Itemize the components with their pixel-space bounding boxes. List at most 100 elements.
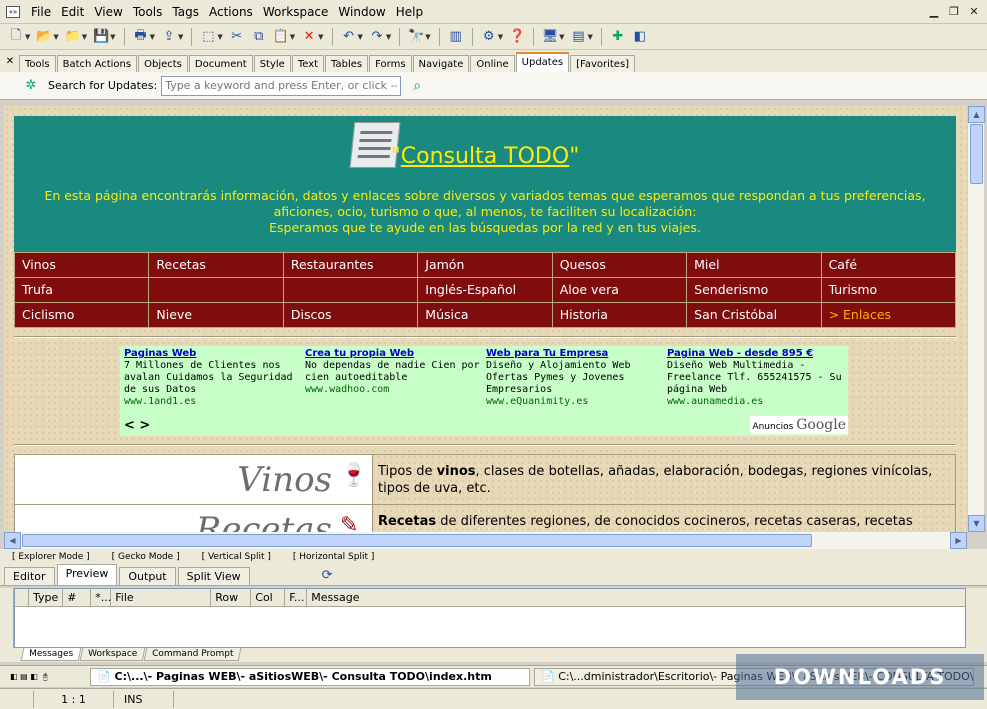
tab-style[interactable]: Style — [253, 55, 291, 72]
nav-aloe-vera[interactable]: Aloe vera — [552, 278, 687, 302]
chevron-down-icon[interactable]: ▼ — [559, 33, 564, 41]
chevron-down-icon[interactable]: ▼ — [498, 33, 503, 41]
ad-url[interactable]: www.eQuanimity.es — [486, 396, 664, 408]
ad-nav-arrows[interactable]: < > — [124, 418, 150, 433]
page-title-link[interactable]: Consulta TODO — [401, 144, 569, 169]
vertical-scrollbar[interactable]: ▲ ▼ — [967, 106, 985, 532]
vertical-split-button[interactable]: [ Vertical Split ] — [202, 552, 271, 562]
settings-icon[interactable]: ⚙ — [479, 27, 499, 47]
help-icon[interactable]: ❓ — [507, 27, 527, 47]
ad-url[interactable]: www.1and1.es — [124, 396, 302, 408]
tab-editor[interactable]: Editor — [4, 567, 55, 585]
tab-updates[interactable]: Updates — [515, 52, 570, 72]
nav-musica[interactable]: Música — [418, 303, 552, 327]
tab-split-view[interactable]: Split View — [177, 567, 250, 585]
new-file-icon[interactable]: 🗋 — [6, 27, 26, 47]
tab-tables[interactable]: Tables — [325, 55, 369, 72]
nav-vinos[interactable]: Vinos — [15, 253, 149, 277]
chevron-down-icon[interactable]: ▼ — [25, 33, 30, 41]
menu-workspace[interactable]: Workspace — [258, 0, 334, 24]
column-message[interactable]: Message — [307, 589, 965, 606]
ad-title[interactable]: Crea tu propia Web — [305, 348, 483, 360]
ad-title[interactable]: Pagina Web - desde 895 € — [667, 348, 845, 360]
nav-turismo[interactable]: Turismo — [821, 278, 955, 302]
column-file[interactable]: File — [111, 589, 212, 606]
menu-view[interactable]: View — [89, 0, 127, 24]
close-icon[interactable]: ✕ — [4, 56, 16, 68]
nav-senderismo[interactable]: Senderismo — [687, 278, 821, 302]
publish-icon[interactable]: ⇪ — [159, 27, 179, 47]
tab-text[interactable]: Text — [291, 55, 325, 72]
scroll-left-icon[interactable]: ◀ — [4, 532, 21, 549]
scroll-right-icon[interactable]: ▶ — [950, 532, 967, 549]
nav-ingles-espanol[interactable]: Inglés-Español — [418, 278, 552, 302]
ad-url[interactable]: www.aunamedia.es — [667, 396, 845, 408]
browser-preview-icon[interactable]: 🖥 — [540, 27, 560, 47]
tab-favorites[interactable]: [Favorites] — [570, 55, 636, 72]
menu-help[interactable]: Help — [391, 0, 428, 24]
chevron-down-icon[interactable]: ▼ — [358, 33, 363, 41]
nav-quesos[interactable]: Quesos — [552, 253, 687, 277]
tab-command-prompt[interactable]: Command Prompt — [143, 648, 243, 661]
search-go-icon[interactable]: ⌕ — [407, 76, 427, 96]
ad-title[interactable]: Paginas Web — [124, 348, 302, 360]
tab-preview[interactable]: Preview — [56, 564, 118, 585]
horizontal-scrollbar[interactable]: ◀ ▶ — [4, 532, 967, 549]
refresh-preview-icon[interactable]: ⟳ — [322, 568, 333, 583]
nav-ciclismo[interactable]: Ciclismo — [15, 303, 149, 327]
tab-online[interactable]: Online — [470, 55, 515, 72]
nav-discos[interactable]: Discos — [283, 303, 418, 327]
nav-enlaces[interactable]: > Enlaces — [821, 303, 955, 327]
tab-forms[interactable]: Forms — [369, 55, 412, 72]
tab-document[interactable]: Document — [188, 55, 253, 72]
gecko-mode-button[interactable]: [ Gecko Mode ] — [112, 552, 180, 562]
delete-icon[interactable]: ✕ — [299, 27, 319, 47]
copy-icon[interactable]: ⧉ — [249, 27, 269, 47]
tab-workspace[interactable]: Workspace — [79, 648, 146, 661]
scroll-thumb[interactable] — [22, 534, 812, 547]
menu-tags[interactable]: Tags — [167, 0, 204, 24]
chevron-down-icon[interactable]: ▼ — [587, 33, 592, 41]
chevron-down-icon[interactable]: ▼ — [150, 33, 155, 41]
chevron-down-icon[interactable]: ▼ — [217, 33, 222, 41]
tab-output[interactable]: Output — [119, 567, 176, 585]
menu-window[interactable]: Window — [333, 0, 390, 24]
close-icon[interactable]: ✕ — [967, 5, 981, 19]
open-folder-icon[interactable]: 📂 — [34, 27, 54, 47]
find-icon[interactable]: 🔭 — [406, 27, 426, 47]
scroll-up-icon[interactable]: ▲ — [968, 106, 985, 123]
scroll-down-icon[interactable]: ▼ — [968, 515, 985, 532]
tab-objects[interactable]: Objects — [138, 55, 188, 72]
tab-navigate[interactable]: Navigate — [412, 55, 470, 72]
doc-nav-icons[interactable]: ◧ ▤ ◧ 🖰 — [10, 672, 90, 682]
chevron-down-icon[interactable]: ▼ — [318, 33, 323, 41]
chevron-down-icon[interactable]: ▼ — [53, 33, 58, 41]
menu-file[interactable]: File — [26, 0, 56, 24]
menu-tools[interactable]: Tools — [128, 0, 168, 24]
snippet-icon[interactable]: ◧ — [630, 27, 650, 47]
scroll-thumb[interactable] — [970, 124, 983, 184]
split-view-icon[interactable]: ▥ — [446, 27, 466, 47]
select-all-icon[interactable]: ⬚ — [198, 27, 218, 47]
nav-restaurantes[interactable]: Restaurantes — [283, 253, 418, 277]
chevron-down-icon[interactable]: ▼ — [386, 33, 391, 41]
nav-jamon[interactable]: Jamón — [418, 253, 552, 277]
column-col[interactable]: Col — [251, 589, 286, 606]
window-layout-icon[interactable]: ▤ — [568, 27, 588, 47]
nav-recetas[interactable]: Recetas — [149, 253, 283, 277]
horizontal-split-button[interactable]: [ Horizontal Split ] — [293, 552, 375, 562]
column-number[interactable]: # — [63, 589, 92, 606]
nav-trufa[interactable]: Trufa — [15, 278, 149, 302]
chevron-down-icon[interactable]: ▼ — [290, 33, 295, 41]
column-row[interactable]: Row — [211, 589, 252, 606]
app-icon[interactable]: «» — [6, 5, 20, 18]
ads-by-google[interactable]: Anuncios Google — [750, 416, 848, 434]
ad-title[interactable]: Web para Tu Empresa — [486, 348, 664, 360]
document-tab-active[interactable]: 📄 C:\...\- Paginas WEB\- aSitiosWEB\- Co… — [90, 667, 530, 686]
nav-historia[interactable]: Historia — [552, 303, 687, 327]
nav-nieve[interactable]: Nieve — [149, 303, 283, 327]
nav-cafe[interactable]: Café — [821, 253, 955, 277]
restore-icon[interactable]: ❐ — [947, 5, 961, 19]
minimize-icon[interactable]: ▁ — [927, 5, 941, 19]
tab-batch-actions[interactable]: Batch Actions — [56, 55, 138, 72]
